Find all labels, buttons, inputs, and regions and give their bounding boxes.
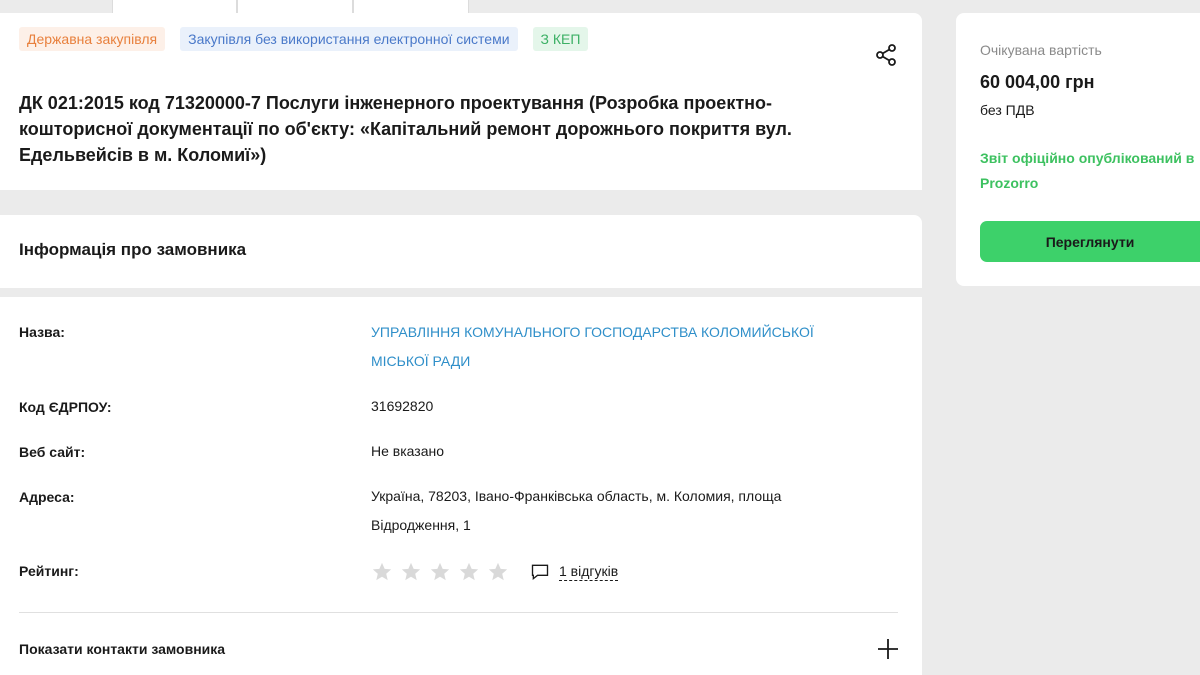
divider — [19, 612, 898, 613]
reviews-count[interactable]: 1 відгуків — [559, 563, 619, 581]
customer-section-title: Інформація про замовника — [19, 240, 247, 259]
tender-title: ДК 021:2015 код 71320000-7 Послуги інжен… — [19, 93, 792, 165]
edrpou-value: 31692820 — [371, 398, 434, 414]
expected-value-amount: 60 004,00 грн — [980, 72, 1095, 92]
star-icon[interactable] — [400, 561, 422, 583]
website-value: Не вказано — [371, 443, 445, 459]
tab-3[interactable] — [353, 0, 469, 13]
top-tabs — [0, 0, 470, 13]
tab-1[interactable] — [112, 0, 237, 13]
tab-spacer — [0, 0, 112, 13]
plus-icon[interactable] — [876, 637, 900, 661]
share-icon[interactable] — [874, 43, 898, 67]
view-button[interactable]: Переглянути — [980, 221, 1200, 262]
customer-name-value[interactable]: УПРАВЛІННЯ КОМУНАЛЬНОГО ГОСПОДАРСТВА КОЛ… — [371, 318, 846, 376]
star-icon[interactable] — [458, 561, 480, 583]
star-icon[interactable] — [371, 561, 393, 583]
expected-value-label: Очікувана вартість — [980, 42, 1102, 58]
vat-note: без ПДВ — [980, 102, 1035, 118]
edrpou-label: Код ЄДРПОУ: — [19, 399, 112, 415]
reviews-link[interactable]: 1 відгуків — [530, 562, 619, 582]
tender-tags: Державна закупівля Закупівля без викорис… — [19, 27, 589, 51]
star-icon[interactable] — [487, 561, 509, 583]
address-label: Адреса: — [19, 489, 75, 505]
procurement-type-tag: Державна закупівля — [19, 27, 166, 51]
comment-icon — [531, 564, 549, 581]
rating-label: Рейтинг: — [19, 563, 79, 579]
customer-name-link[interactable]: УПРАВЛІННЯ КОМУНАЛЬНОГО ГОСПОДАРСТВА КОЛ… — [371, 324, 814, 369]
report-status: Звіт офіційно опублікований в Prozorro — [980, 150, 1195, 191]
customer-name-label: Назва: — [19, 324, 65, 340]
address-value: Україна, 78203, Івано-Франківська област… — [371, 488, 782, 533]
procurement-method-tag: Закупівля без використання електронної с… — [180, 27, 518, 51]
star-icon[interactable] — [429, 561, 451, 583]
website-label: Веб сайт: — [19, 444, 86, 460]
kep-tag: З КЕП — [532, 27, 589, 51]
rating-stars[interactable] — [371, 561, 509, 583]
show-contacts-toggle[interactable]: Показати контакти замовника — [19, 639, 225, 659]
tab-2[interactable] — [237, 0, 353, 13]
